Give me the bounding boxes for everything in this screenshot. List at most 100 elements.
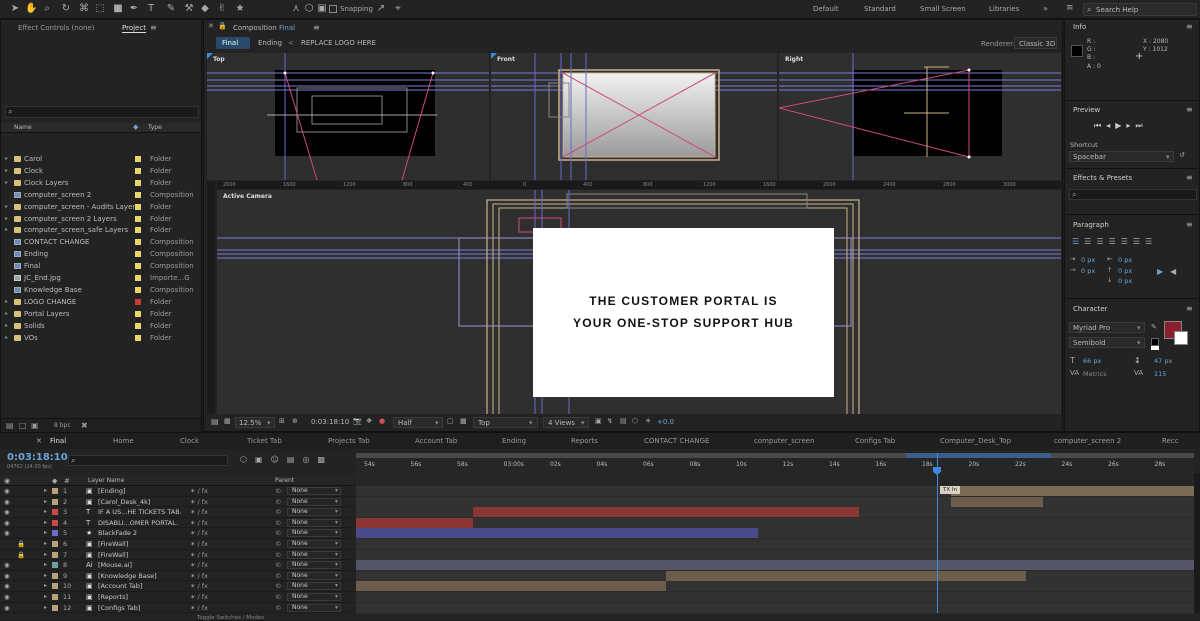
pickwhip-icon[interactable]: © [275, 539, 282, 549]
parent-select[interactable]: None ▾ [287, 529, 341, 538]
layer-row[interactable]: ◉ ▸ 2 ▣ [Carol_Desk_4k] ✶ / fx © None ▾ [0, 497, 355, 508]
layer-row[interactable]: ◉ ▸ 4 T DISABLI...OMER PORTAL. ✶ / fx © None ▾ [0, 518, 355, 529]
axis-local-icon[interactable]: ⋏ [290, 3, 302, 15]
puppet-tool-icon[interactable]: ★ [234, 3, 246, 15]
expand-arrow-icon[interactable]: ▸ [5, 320, 8, 332]
selection-tool-icon[interactable]: ➤ [9, 3, 21, 15]
timeline-tab[interactable]: Reports [571, 437, 598, 445]
rectangle-tool-icon[interactable]: ■ [112, 3, 124, 15]
justify-center-icon[interactable]: ☰ [1121, 237, 1133, 246]
expand-arrow-icon[interactable]: ▸ [5, 332, 8, 344]
first-line-indent-value[interactable]: 0 px [1081, 267, 1095, 275]
snapping-checkbox[interactable] [329, 5, 337, 13]
eraser-tool-icon[interactable]: ◆ [199, 3, 211, 15]
parent-select[interactable]: None ▾ [287, 518, 341, 527]
viewport-right[interactable]: Right [779, 53, 1061, 180]
visibility-eye-icon[interactable]: ◉ [4, 486, 10, 496]
expand-arrow-icon[interactable]: ▸ [5, 153, 8, 165]
pen-tool-icon[interactable]: ✒ [128, 3, 140, 15]
pickwhip-icon[interactable]: © [275, 581, 282, 591]
project-item[interactable]: Ending Composition [1, 248, 201, 260]
label-color-swatch[interactable] [135, 239, 141, 246]
expand-arrow-icon[interactable]: ▸ [5, 308, 8, 320]
pickwhip-icon[interactable]: © [275, 592, 282, 602]
breadcrumb-replace-logo[interactable]: REPLACE LOGO HERE [301, 39, 376, 47]
paragraph-menu-icon[interactable]: ≡ [1186, 220, 1193, 229]
effects-menu-icon[interactable]: ≡ [1186, 173, 1193, 182]
label-color-swatch[interactable] [135, 179, 141, 186]
layer-row[interactable]: ◉ ▸ 10 ▣ [Account Tab] ✶ / fx © None ▾ [0, 581, 355, 592]
visibility-eye-icon[interactable]: ◉ [4, 507, 10, 517]
expand-arrow-icon[interactable]: ▸ [44, 486, 47, 496]
previous-frame-icon[interactable]: ◂ [1106, 121, 1115, 130]
layer-row[interactable]: ◉ ▸ 12 ▣ [Configs Tab] ✶ / fx © None ▾ [0, 603, 355, 614]
current-timecode[interactable]: 0:03:18:10 [311, 418, 349, 426]
type-tool-icon[interactable]: T [145, 3, 157, 15]
layer-switches-icon[interactable]: ✶ / fx [190, 539, 208, 549]
pickwhip-icon[interactable]: © [275, 571, 282, 581]
expand-arrow-icon[interactable]: ▸ [5, 201, 8, 213]
eyedropper-icon[interactable]: ✎ [1151, 323, 1157, 331]
indent-right-value[interactable]: 0 px [1118, 256, 1132, 264]
rtl-direction-icon[interactable]: ◀ [1170, 267, 1176, 276]
mask-visibility-icon[interactable]: ⊕ [292, 417, 298, 425]
justify-right-icon[interactable]: ☰ [1133, 237, 1145, 246]
layer-switches-icon[interactable]: ✶ / fx [190, 507, 208, 517]
zoom-tool-icon[interactable]: ⌕ [41, 3, 53, 15]
exposure-icon[interactable]: ☀ [645, 417, 651, 425]
expand-arrow-icon[interactable]: ▸ [5, 213, 8, 225]
view-layout-select[interactable]: 4 Views ▾ [543, 417, 589, 428]
fast-previews-icon[interactable]: ↯ [607, 417, 613, 425]
layer-duration-bar[interactable] [666, 570, 1027, 581]
visibility-eye-icon[interactable]: ◉ [4, 592, 10, 602]
view-select[interactable]: Top ▾ [473, 417, 538, 428]
layer-duration-bar[interactable] [356, 528, 759, 539]
preview-menu-icon[interactable]: ≡ [1186, 105, 1193, 114]
label-color-swatch[interactable] [135, 310, 141, 317]
layer-name[interactable]: [FireWall] [98, 539, 184, 549]
visibility-eye-icon[interactable]: ◉ [4, 497, 10, 507]
timeline-tab[interactable]: Computer_Desk_Top [940, 437, 1011, 445]
expand-arrow-icon[interactable]: ▸ [44, 539, 47, 549]
project-item[interactable]: ▸ LOGO CHANGE Folder [1, 296, 201, 308]
tab-effect-controls[interactable]: Effect Controls (none) [18, 24, 94, 32]
workspace-libraries[interactable]: Libraries [989, 5, 1019, 13]
clone-tool-icon[interactable]: ⚒ [183, 3, 195, 15]
pickwhip-icon[interactable]: © [275, 497, 282, 507]
timeline-tab[interactable]: Home [113, 437, 134, 445]
parent-select[interactable]: None ▾ [287, 487, 341, 495]
bit-depth-label[interactable]: 8 bpc [54, 422, 71, 429]
effects-search-input[interactable]: ⌕ [1069, 189, 1197, 200]
parent-select[interactable]: None ▾ [287, 582, 341, 591]
shy-icon[interactable]: ☺ [271, 455, 287, 464]
white-swatch[interactable] [1151, 346, 1159, 350]
pickwhip-icon[interactable]: © [275, 603, 282, 613]
resolution-select[interactable]: Half ▾ [393, 417, 443, 428]
transparency-grid-icon[interactable]: ▩ [460, 417, 467, 425]
expand-arrow-icon[interactable]: ▸ [5, 177, 8, 189]
project-item[interactable]: Knowledge Base Composition [1, 284, 201, 296]
parent-select[interactable]: None ▾ [287, 603, 341, 612]
pickwhip-icon[interactable]: © [275, 486, 282, 496]
breadcrumb-ending[interactable]: Ending [258, 39, 282, 47]
motion-blur-icon[interactable]: ◎ [302, 455, 317, 464]
info-menu-icon[interactable]: ≡ [1186, 22, 1193, 31]
channel-icon[interactable]: ● [379, 417, 385, 425]
justify-all-icon[interactable]: ☰ [1145, 237, 1157, 246]
label-color-swatch[interactable] [135, 334, 141, 341]
project-item[interactable]: JC_End.jpg Importe...G [1, 272, 201, 284]
timeline-tab[interactable]: Final [50, 437, 66, 445]
draft-3d-icon[interactable]: ▣ [255, 455, 271, 464]
project-item[interactable]: ▸ Clock Folder [1, 165, 201, 177]
layer-name[interactable]: [Reports] [98, 592, 184, 602]
visibility-eye-icon[interactable]: ◉ [4, 581, 10, 591]
expand-arrow-icon[interactable]: ▸ [5, 224, 8, 236]
layer-switches-icon[interactable]: ✶ / fx [190, 486, 208, 496]
workspace-small-screen[interactable]: Small Screen [920, 5, 966, 13]
last-frame-icon[interactable]: ⏭ [1135, 121, 1147, 130]
timeline-tab[interactable]: Projects Tab [328, 437, 370, 445]
layer-duration-bar[interactable] [356, 581, 667, 592]
viewport-top[interactable]: Top [207, 53, 489, 180]
layer-label-swatch[interactable] [52, 604, 58, 611]
pickwhip-icon[interactable]: © [275, 550, 282, 560]
